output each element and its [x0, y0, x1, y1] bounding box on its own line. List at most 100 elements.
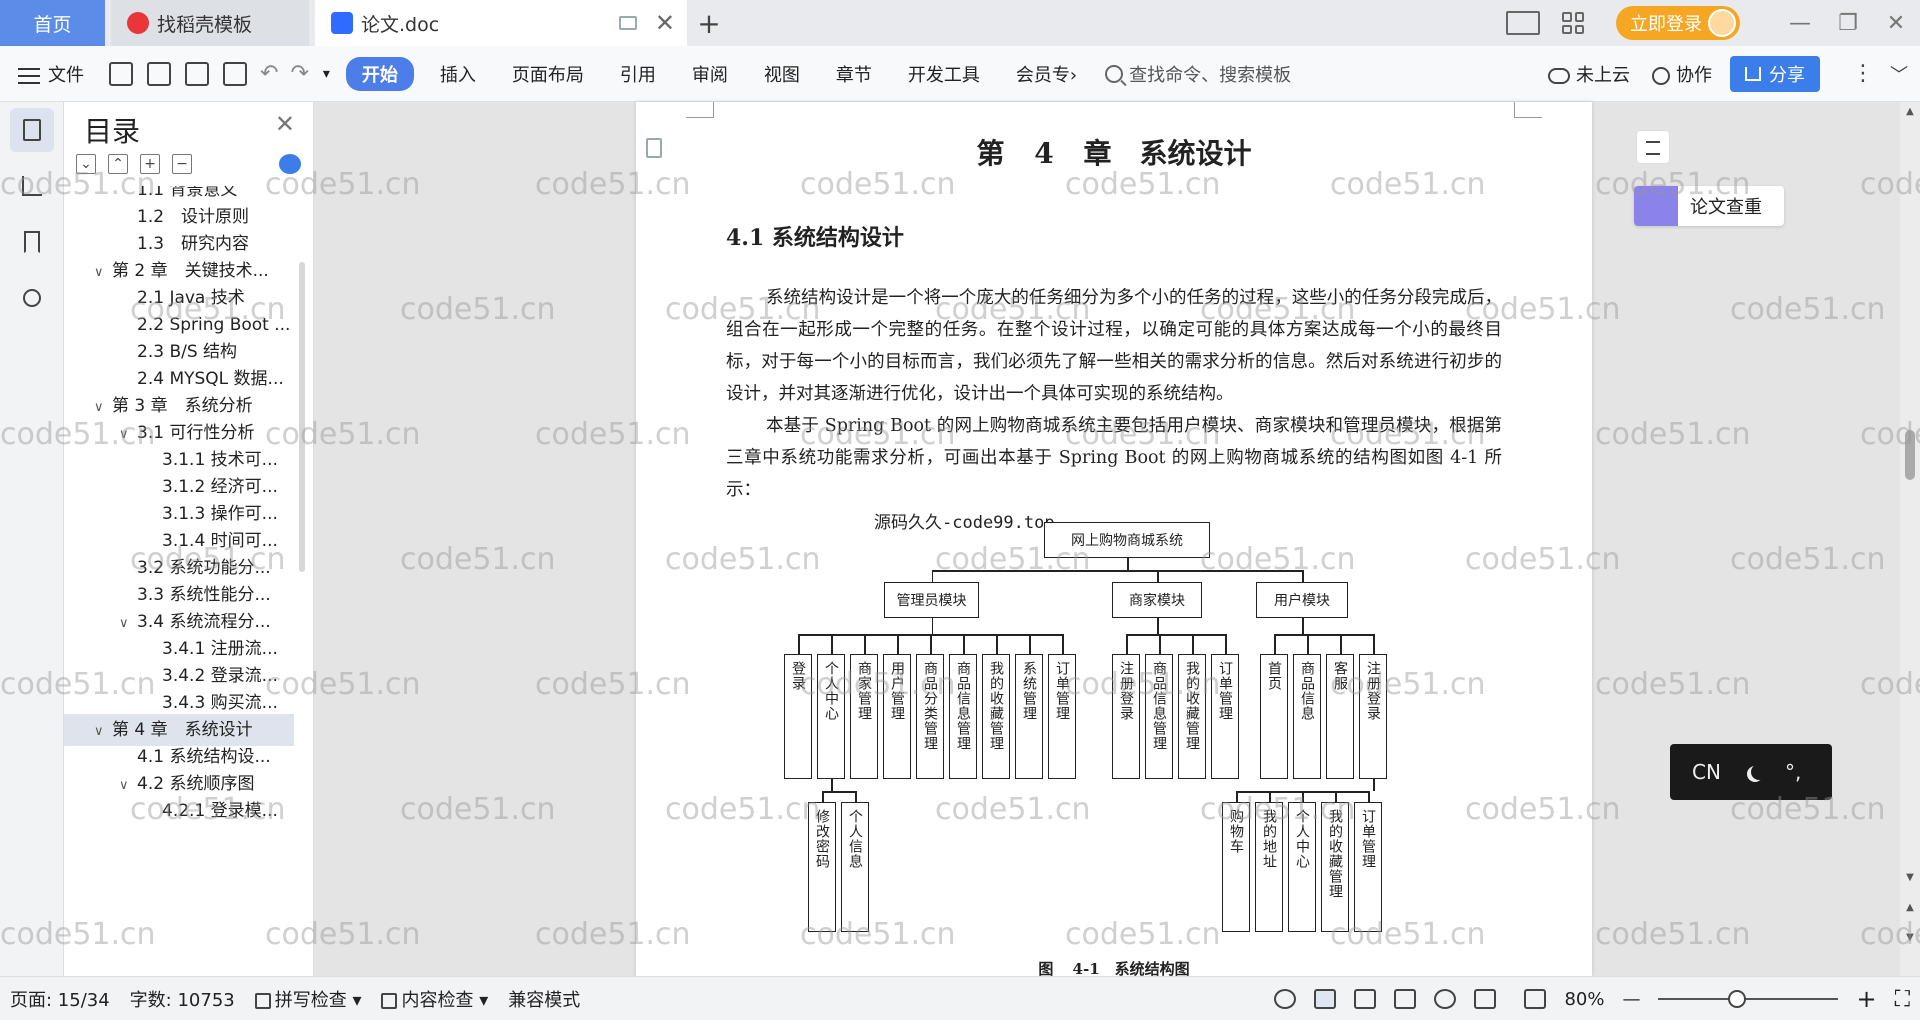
cloud-status[interactable]: 未上云	[1530, 61, 1648, 87]
tab-devtools[interactable]: 开发工具	[890, 61, 998, 87]
diagram-root-box: 网上购物商城系统	[1044, 522, 1210, 558]
wps-writer-window: 首页 找稻壳模板 论文.doc ✕ + 立即登录 — ❐ ✕ 文件 ↶ ↷ ▾ 开…	[0, 0, 1920, 1020]
connector-line	[1274, 634, 1373, 636]
tab-view[interactable]: 视图	[746, 61, 818, 87]
scroll-down-icon[interactable]: ▼	[1900, 872, 1920, 883]
connector-line	[1302, 791, 1304, 802]
toc-item-label: 1.3 研究内容	[137, 234, 250, 254]
zoom-level[interactable]: 80%	[1564, 989, 1604, 1010]
page-indicator[interactable]: 页面: 15/34	[0, 986, 120, 1012]
page-view-icon[interactable]	[1314, 989, 1337, 1009]
expand-all-icon[interactable]: ⌃	[108, 154, 128, 174]
export-pdf-icon[interactable]	[147, 61, 171, 86]
search-placeholder: 查找命令、搜索模板	[1129, 64, 1292, 86]
content-check-button[interactable]: 内容检查 ▾	[371, 986, 498, 1012]
collapse-all-icon[interactable]: ⌄	[76, 154, 96, 174]
collapse-ribbon-icon[interactable]: ﹀	[1890, 61, 1908, 87]
toc-scrollbar[interactable]	[299, 262, 305, 572]
fit-page-icon[interactable]	[1524, 989, 1547, 1009]
spell-check-button[interactable]: 拼写检查 ▾	[245, 986, 372, 1012]
next-page-icon[interactable]: ▼	[1900, 932, 1920, 943]
spell-check-icon	[254, 992, 271, 1009]
diagram-leaf-box: 商家管理	[850, 654, 878, 779]
connector-line	[1373, 634, 1375, 654]
outline-view-icon[interactable]	[1354, 989, 1377, 1009]
close-icon[interactable]: ✕	[275, 110, 295, 138]
document-page[interactable]: 第 4 章 系统设计 4.1 系统结构设计 系统结构设计是一个将一个庞大的任务细…	[636, 102, 1592, 976]
remove-heading-icon[interactable]: −	[172, 154, 192, 174]
write-mode-icon[interactable]	[1474, 989, 1497, 1009]
tab-layout[interactable]: 页面布局	[494, 61, 602, 87]
scroll-thumb[interactable]	[1905, 430, 1915, 480]
apps-grid-icon[interactable]	[1562, 12, 1584, 34]
connector-line	[822, 791, 824, 802]
tree-icon	[22, 176, 42, 196]
plagiarism-check-button[interactable]: 论文查重	[1634, 186, 1784, 226]
read-view-icon[interactable]	[1394, 989, 1417, 1009]
find-button[interactable]	[10, 276, 54, 320]
collab-button[interactable]: 协作	[1648, 61, 1716, 87]
toc-item[interactable]: 4.2.1 登录模...	[64, 795, 294, 827]
zoom-in-button[interactable]: +	[1856, 985, 1876, 1013]
word-count[interactable]: 字数: 10753	[120, 986, 245, 1012]
diagram-leaf-label: 订单管理	[1054, 661, 1070, 721]
add-heading-icon[interactable]: +	[140, 154, 160, 174]
diagram-leaf-box: 商品信息管理	[949, 654, 977, 779]
diagram-leaf-label: 商品信息	[1299, 661, 1315, 721]
share-button[interactable]: 分享	[1730, 55, 1820, 92]
titlebar-right: 立即登录 — ❐ ✕	[1506, 0, 1920, 46]
tab-reference[interactable]: 引用	[602, 61, 674, 87]
fullscreen-icon[interactable]: ⛶	[1895, 987, 1910, 1012]
toc-panel-button[interactable]	[10, 108, 54, 152]
zoom-out-button[interactable]: —	[1622, 989, 1640, 1010]
hamburger-icon	[18, 67, 40, 84]
tab-home[interactable]: 首页	[0, 0, 105, 46]
prev-page-icon[interactable]: ▲	[1900, 902, 1920, 913]
eye-protection-icon[interactable]	[1274, 989, 1297, 1009]
diagram-leaf-label: 我的收藏管理	[1184, 661, 1200, 751]
assistant-icon[interactable]	[279, 154, 301, 174]
redo-icon[interactable]: ↷	[284, 61, 314, 86]
navigation-button[interactable]	[10, 164, 54, 208]
tab-home-label: 首页	[33, 13, 72, 36]
collapse-panel-icon[interactable]	[1636, 130, 1670, 164]
login-button[interactable]: 立即登录	[1616, 6, 1740, 40]
web-view-icon[interactable]	[1434, 989, 1457, 1009]
print-preview-icon[interactable]	[223, 61, 247, 86]
diagram-leaf-box: 我的地址	[1255, 802, 1283, 932]
bookmark-button[interactable]	[10, 220, 54, 264]
monitor-icon[interactable]	[619, 16, 637, 30]
scroll-up-icon[interactable]: ▲	[1900, 106, 1920, 117]
restore-button[interactable]: ❐	[1824, 11, 1872, 36]
toc-item-label: 2.2 Spring Boot ...	[137, 315, 291, 335]
tab-insert[interactable]: 插入	[422, 61, 494, 87]
tab-start[interactable]: 开始	[345, 56, 414, 91]
zoom-slider-knob[interactable]	[1728, 990, 1747, 1008]
vertical-scrollbar[interactable]: ▲ ▼ ▲ ▼	[1900, 102, 1920, 976]
quick-access-dropdown[interactable]: ▾	[315, 66, 338, 82]
command-search[interactable]: 查找命令、搜索模板	[1105, 61, 1291, 87]
diagram-leaf-label: 登录	[790, 661, 806, 691]
minimize-button[interactable]: —	[1776, 11, 1824, 36]
undo-icon[interactable]: ↶	[254, 61, 284, 86]
connector-line	[1368, 791, 1370, 802]
file-menu[interactable]: 文件	[0, 61, 102, 87]
print-icon[interactable]	[185, 61, 209, 86]
diagram-leaf-label: 订单管理	[1217, 661, 1233, 721]
tab-document[interactable]: 论文.doc ✕	[315, 0, 687, 46]
figure-caption: 图 4-1 系统结构图	[1038, 960, 1190, 976]
reading-mode-icon[interactable]	[1506, 11, 1540, 35]
ime-toolbar[interactable]: CN °,	[1670, 744, 1832, 800]
close-tab-button[interactable]: ✕	[655, 9, 675, 37]
close-window-button[interactable]: ✕	[1872, 11, 1920, 36]
more-icon[interactable]: ⋮	[1852, 61, 1874, 86]
tab-template[interactable]: 找稻壳模板	[111, 0, 309, 46]
tab-chapter[interactable]: 章节	[818, 61, 890, 87]
zoom-slider[interactable]	[1658, 990, 1839, 1008]
document-outline-icon	[23, 119, 41, 141]
tab-review[interactable]: 审阅	[674, 61, 746, 87]
connector-line	[1302, 570, 1304, 582]
save-icon[interactable]	[109, 61, 133, 86]
tab-member[interactable]: 会员专›	[998, 61, 1095, 87]
new-tab-button[interactable]: +	[687, 0, 731, 46]
